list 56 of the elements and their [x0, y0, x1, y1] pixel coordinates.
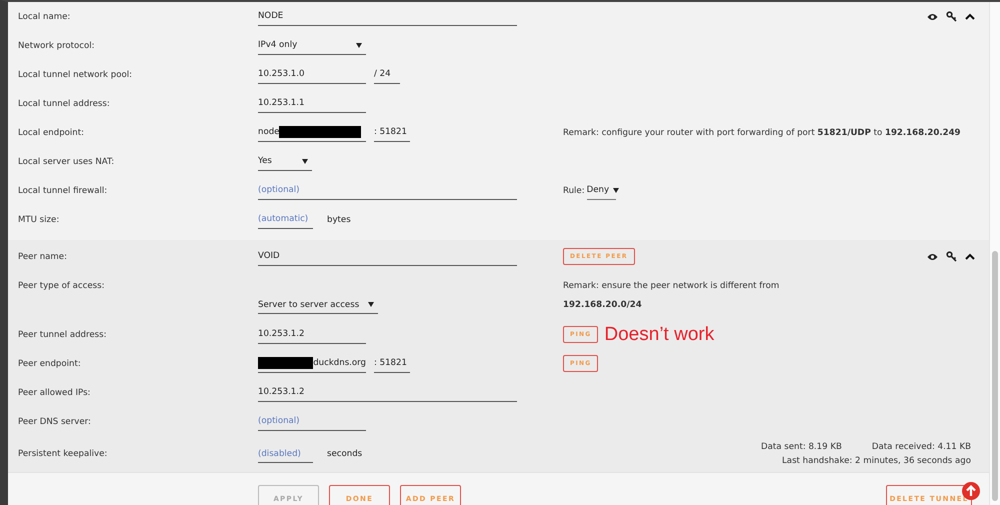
field-label: Local name: — [17, 12, 72, 22]
caret-icon — [356, 42, 362, 48]
field-label: Persistent keepalive: — [17, 449, 108, 459]
eye-icon[interactable] — [927, 12, 938, 20]
text-field[interactable]: 10.253.1.2 — [258, 326, 366, 344]
field-label: Peer allowed IPs: — [17, 388, 92, 398]
field-label: Peer tunnel address: — [17, 330, 108, 340]
unit-label: seconds — [327, 449, 362, 459]
text-field[interactable]: 10.253.1.1 — [258, 94, 366, 112]
field-label: Peer type of access: — [17, 280, 106, 293]
text-field[interactable]: 10.253.1.2 — [258, 384, 517, 402]
dropdown[interactable]: Yes — [258, 152, 312, 170]
scroll-thumb[interactable] — [992, 251, 998, 501]
field-label: Local tunnel firewall: — [17, 186, 108, 196]
caret-icon — [368, 302, 374, 307]
field-label: Local endpoint: — [17, 128, 86, 138]
field-label: Peer name: — [17, 252, 68, 262]
caret-icon — [302, 158, 308, 164]
field-label: Local server uses NAT: — [17, 156, 116, 166]
remark-text: 192.168.20.0/24 — [563, 300, 643, 310]
dropdown[interactable]: IPv4 only — [258, 36, 366, 54]
caret-icon — [613, 188, 620, 192]
prefix-field[interactable]: / 24 — [374, 66, 400, 84]
rule-dropdown[interactable]: Deny — [586, 182, 616, 200]
field-label: Peer DNS server: — [17, 416, 92, 426]
text-field[interactable]: duckdns.org — [258, 354, 366, 372]
remark-text: Remark: configure your router with port forwarding of port 51821/UDP to 192.168.20.249 — [563, 128, 961, 138]
text-field[interactable]: 10.253.1.0 — [258, 66, 366, 84]
field-label: Local tunnel network pool: — [17, 70, 134, 80]
text-field[interactable]: node — [258, 124, 366, 142]
stat-text: Data received: 4.11 KB — [872, 442, 971, 452]
annotation-text: Doesn’t work — [604, 324, 714, 346]
dropdown[interactable]: Server to server access — [258, 296, 378, 314]
field-label: MTU size: — [17, 214, 60, 224]
text-field[interactable]: (automatic) — [258, 210, 313, 228]
text-field[interactable]: (optional) — [258, 412, 366, 430]
text-field[interactable]: NODE — [258, 8, 517, 26]
scrollbar[interactable] — [989, 2, 1000, 505]
stat-text: Data sent: 8.19 KB — [761, 442, 842, 452]
unit-label: bytes — [327, 214, 351, 224]
field-label: Local tunnel address: — [17, 98, 111, 108]
eye-icon[interactable] — [927, 252, 938, 260]
text-field[interactable]: VOID — [258, 248, 517, 266]
key-icon[interactable] — [946, 251, 957, 262]
rule-label: Rule: — [563, 186, 585, 196]
field-label: Peer endpoint: — [17, 358, 82, 368]
remark-text: Remark: ensure the peer network is different from — [563, 281, 780, 291]
collapse-icon[interactable] — [965, 13, 975, 20]
field-label: Network protocol: — [17, 40, 96, 50]
text-field[interactable]: (optional) — [258, 182, 517, 200]
stat-text: Last handshake: 2 minutes, 36 seconds ago — [782, 456, 971, 466]
collapse-icon[interactable] — [965, 253, 975, 260]
port-field[interactable]: : 51821 — [374, 354, 410, 372]
port-field[interactable]: : 51821 — [374, 124, 410, 142]
key-icon[interactable] — [946, 11, 957, 22]
text-field[interactable]: (disabled) — [258, 445, 313, 463]
